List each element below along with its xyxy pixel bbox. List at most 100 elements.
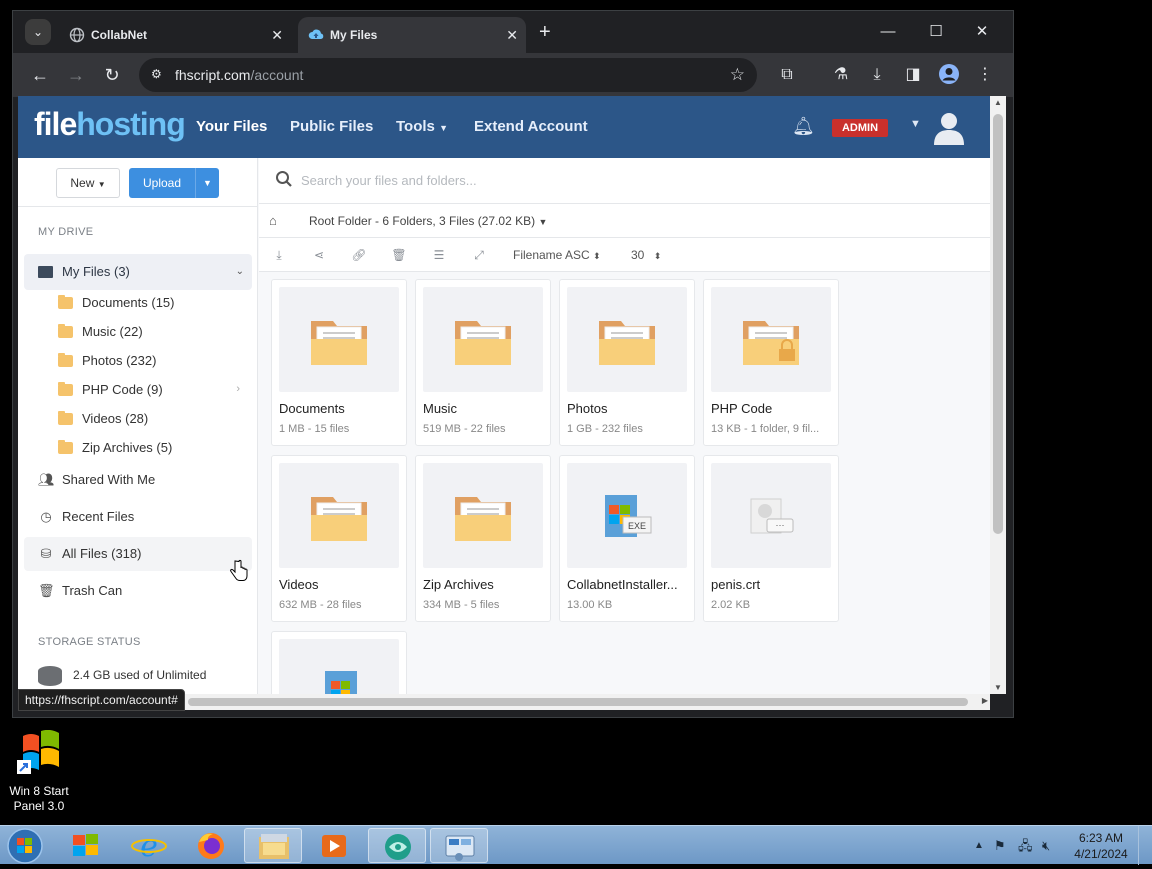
- close-tab-icon[interactable]: ✕: [271, 17, 283, 53]
- volume-muted-icon[interactable]: 🔇︎: [1042, 826, 1050, 865]
- profile-icon[interactable]: [937, 63, 961, 87]
- reload-icon[interactable]: ↻: [99, 62, 125, 88]
- vertical-scrollbar[interactable]: ▲ ▼: [990, 96, 1006, 694]
- file-card-videos[interactable]: Videos 632 MB - 28 files: [271, 455, 407, 622]
- nav-your-files[interactable]: Your Files: [196, 96, 267, 158]
- fullscreen-icon[interactable]: ⤢: [469, 238, 489, 272]
- sidebar-item-shared-with-me[interactable]: 👥︎ Shared With Me: [38, 463, 250, 497]
- extensions-icon[interactable]: ⧉: [775, 63, 799, 87]
- file-card-music[interactable]: Music 519 MB - 22 files: [415, 279, 551, 446]
- file-meta: 334 MB - 5 files: [423, 599, 500, 611]
- section-my-drive: MY DRIVE: [38, 226, 94, 238]
- file-meta: 1 GB - 232 files: [567, 423, 643, 435]
- tab-collabnet[interactable]: CollabNet ✕: [59, 17, 291, 53]
- address-bar[interactable]: ⚙ fhscript.com/account ☆: [139, 58, 757, 92]
- show-desktop-button[interactable]: [1138, 826, 1152, 865]
- close-window-icon[interactable]: ✕: [959, 19, 1005, 45]
- file-card-zip-archives[interactable]: Zip Archives 334 MB - 5 files: [415, 455, 551, 622]
- taskbar-internet-explorer[interactable]: e: [120, 828, 178, 864]
- per-page-select[interactable]: 30 ⬍: [631, 238, 661, 273]
- tab-search-button[interactable]: ⌄: [25, 19, 51, 45]
- admin-badge: ADMIN: [832, 119, 888, 137]
- new-tab-icon[interactable]: +: [539, 19, 551, 45]
- breadcrumb-label: Root Folder - 6 Folders, 3 Files (27.02 …: [309, 214, 536, 228]
- maximize-icon[interactable]: ☐: [913, 19, 959, 45]
- list-view-icon[interactable]: ☰: [429, 238, 449, 272]
- close-tab-icon[interactable]: ✕: [506, 17, 518, 53]
- minimize-icon[interactable]: —: [865, 19, 911, 45]
- scroll-right-icon[interactable]: ▶: [982, 696, 988, 705]
- sidebar-folder-videos[interactable]: Videos (28): [58, 404, 248, 433]
- taskbar-file-explorer[interactable]: [244, 828, 302, 863]
- upload-dropdown-icon[interactable]: ▼: [195, 168, 219, 198]
- home-icon[interactable]: ⌂: [269, 213, 277, 228]
- sidebar-folder-documents[interactable]: Documents (15): [58, 288, 248, 317]
- side-panel-icon[interactable]: ◨: [901, 63, 925, 87]
- sidebar-folder-music[interactable]: Music (22): [58, 317, 248, 346]
- taskbar-media-player[interactable]: [306, 828, 364, 863]
- scroll-down-icon[interactable]: ▼: [993, 683, 1003, 692]
- chevron-right-icon[interactable]: ›: [236, 375, 240, 404]
- breadcrumb-root-folder[interactable]: Root Folder - 6 Folders, 3 Files (27.02 …: [309, 204, 547, 239]
- sidebar-folder-php-code[interactable]: PHP Code (9) ›: [58, 375, 248, 404]
- site-logo[interactable]: filehosting: [34, 106, 186, 143]
- sidebar-item-all-files[interactable]: ⛁ All Files (318): [24, 537, 252, 571]
- scrollbar-thumb[interactable]: [188, 698, 968, 706]
- avatar[interactable]: [932, 110, 966, 146]
- site-info-icon[interactable]: ⚙: [151, 67, 167, 83]
- new-button[interactable]: New ▼: [56, 168, 120, 198]
- file-meta: 632 MB - 28 files: [279, 599, 362, 611]
- tab-my-files[interactable]: My Files ✕: [298, 17, 526, 53]
- sidebar-item-trash-can[interactable]: 🗑︎ Trash Can: [38, 574, 250, 608]
- menu-kebab-icon[interactable]: ⋮: [973, 63, 997, 87]
- new-button-label: New: [70, 176, 95, 190]
- file-card-documents[interactable]: Documents 1 MB - 15 files: [271, 279, 407, 446]
- download-icon[interactable]: ⤓: [865, 63, 889, 87]
- nav-extend-account[interactable]: Extend Account: [474, 96, 588, 158]
- scroll-up-icon[interactable]: ▲: [993, 98, 1003, 107]
- taskbar-firefox[interactable]: [182, 828, 240, 863]
- taskbar-windows-app[interactable]: [58, 828, 116, 863]
- thumbnail: [567, 287, 687, 392]
- file-card-php-code[interactable]: PHP Code 13 KB - 1 folder, 9 fil...: [703, 279, 839, 446]
- file-card-crt[interactable]: ··· penis.crt 2.02 KB: [703, 455, 839, 622]
- sidebar-item-my-files[interactable]: My Files (3) ⌄: [24, 254, 252, 290]
- sidebar-item-recent-files[interactable]: ◷ Recent Files: [38, 500, 250, 534]
- forward-icon[interactable]: →: [63, 62, 89, 88]
- taskbar: e ▲ ⚑ 🖧︎ 🔇︎ 6:23 AM 4/21/2024: [0, 825, 1152, 865]
- file-card-photos[interactable]: Photos 1 GB - 232 files: [559, 279, 695, 446]
- share-icon[interactable]: ⋖: [309, 238, 329, 272]
- taskbar-app-globe[interactable]: [368, 828, 426, 863]
- taskbar-control-panel[interactable]: [430, 828, 488, 863]
- url-text[interactable]: fhscript.com/account: [175, 58, 303, 92]
- link-icon[interactable]: 🔗︎: [349, 238, 369, 272]
- sort-select[interactable]: Filename ASC ⬍: [513, 238, 601, 273]
- scrollbar-thumb[interactable]: [993, 114, 1003, 534]
- upload-button[interactable]: Upload ▼: [129, 168, 219, 198]
- trash-icon[interactable]: 🗑︎: [389, 238, 409, 272]
- file-card-collabnet-installer[interactable]: EXE CollabnetInstaller... 13.00 KB: [559, 455, 695, 622]
- folder-icon: [58, 440, 73, 454]
- desktop-icon-win8-start-panel[interactable]: Win 8 Start Panel 3.0: [2, 729, 76, 814]
- download-icon[interactable]: ⤓: [269, 238, 289, 272]
- nav-public-files[interactable]: Public Files: [290, 96, 373, 158]
- file-card-partial[interactable]: [271, 631, 407, 694]
- search-input[interactable]: Search your files and folders...: [301, 158, 477, 204]
- labs-flask-icon[interactable]: ⚗: [829, 63, 853, 87]
- taskbar-clock[interactable]: 6:23 AM 4/21/2024: [1068, 830, 1134, 862]
- bookmark-star-icon[interactable]: ☆: [730, 58, 745, 92]
- file-name: Videos: [279, 577, 319, 592]
- admin-dropdown-icon[interactable]: ▼: [910, 118, 921, 130]
- nav-tools[interactable]: Tools ▼: [396, 96, 448, 159]
- sidebar-item-label: Zip Archives (5): [82, 440, 173, 455]
- chevron-down-icon[interactable]: ⌄: [236, 254, 244, 290]
- sidebar-folder-zip-archives[interactable]: Zip Archives (5): [58, 433, 248, 462]
- action-center-flag-icon[interactable]: ⚑: [994, 826, 1006, 865]
- tray-expand-icon[interactable]: ▲: [974, 826, 984, 865]
- network-icon[interactable]: 🖧︎: [1018, 826, 1033, 865]
- sidebar-folder-photos[interactable]: Photos (232): [58, 346, 248, 375]
- back-icon[interactable]: ←: [27, 62, 53, 88]
- search-bar[interactable]: Search your files and folders...: [259, 158, 990, 204]
- bell-icon[interactable]: 🔔︎: [792, 116, 815, 137]
- start-button[interactable]: [4, 828, 46, 864]
